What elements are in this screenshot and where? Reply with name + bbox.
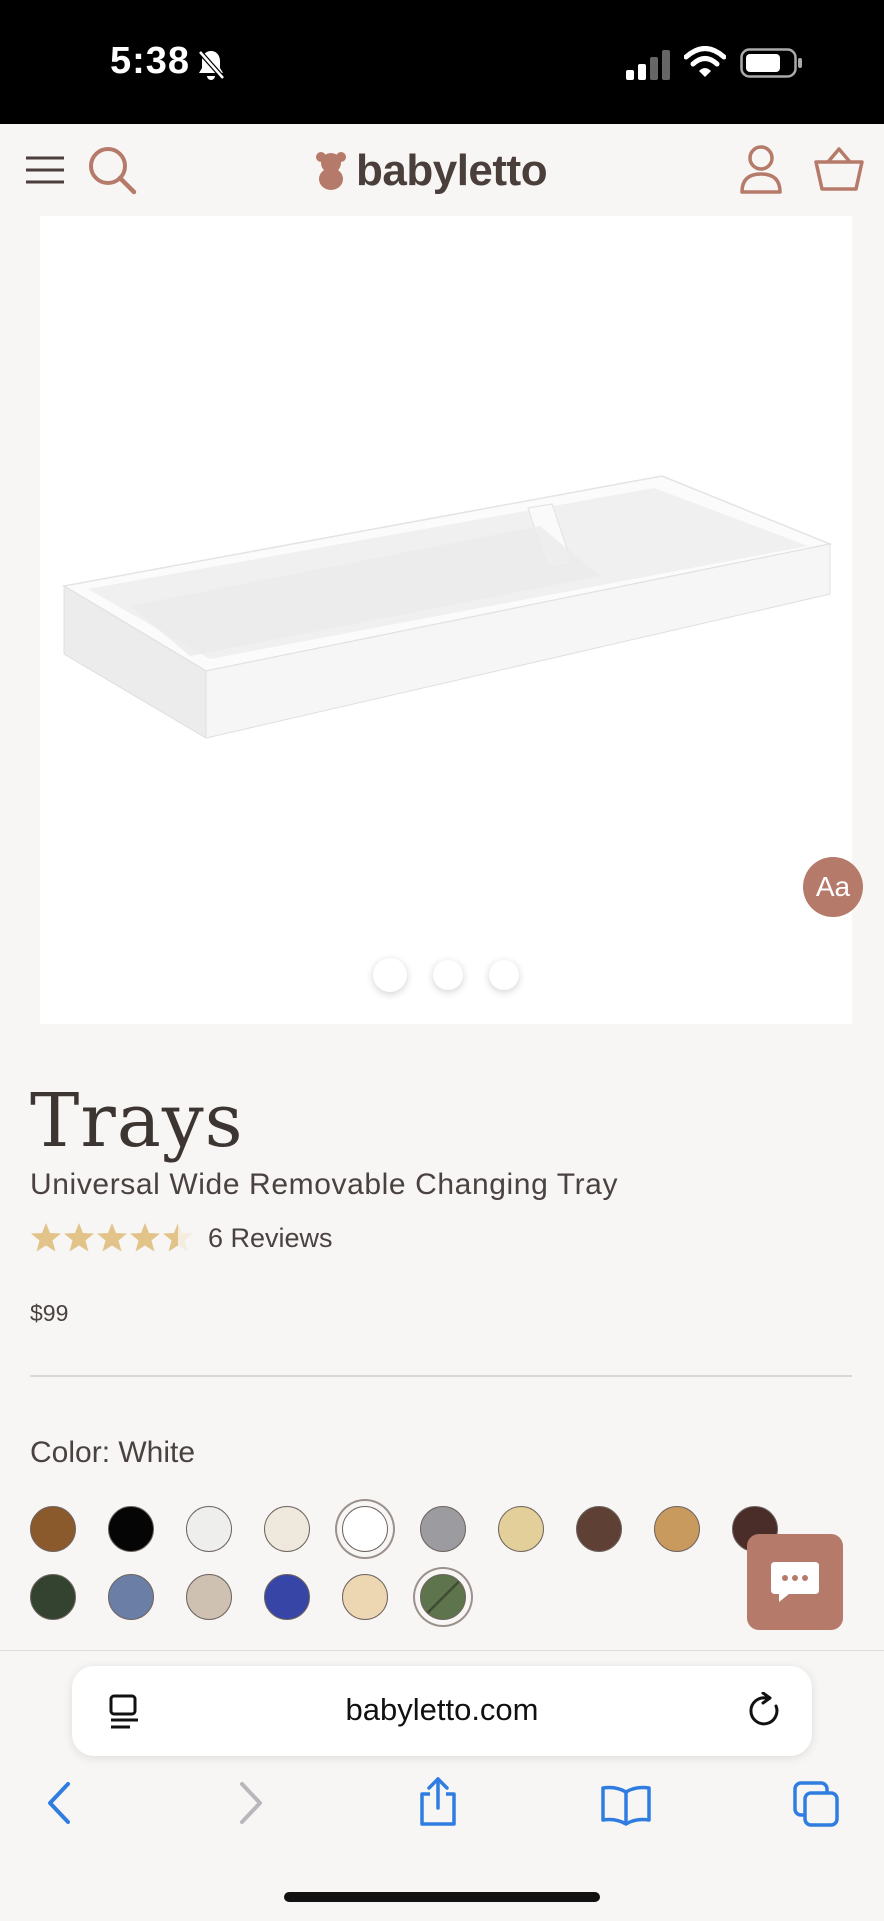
carousel-dot[interactable] <box>489 960 519 990</box>
chat-bubble-icon <box>771 1562 819 1602</box>
color-swatch[interactable] <box>420 1574 466 1620</box>
silent-bell-icon <box>198 50 225 80</box>
site-header: babyletto <box>0 124 884 214</box>
color-swatch[interactable] <box>30 1574 76 1620</box>
teddy-bear-logo-icon <box>316 152 346 190</box>
color-swatch[interactable] <box>108 1574 154 1620</box>
status-bar: 5:38 <box>0 0 884 124</box>
color-swatch[interactable] <box>420 1506 466 1552</box>
color-swatch[interactable] <box>186 1506 232 1552</box>
product-image-gallery[interactable] <box>40 216 852 1024</box>
brand-name: babyletto <box>356 146 548 195</box>
divider <box>30 1375 852 1377</box>
color-swatch[interactable] <box>264 1506 310 1552</box>
carousel-dots <box>40 958 852 992</box>
accessibility-text-button[interactable]: Aa <box>803 857 863 917</box>
color-swatch[interactable] <box>108 1506 154 1552</box>
product-rating[interactable]: 6 Reviews <box>30 1222 333 1254</box>
url-text: babyletto.com <box>345 1692 539 1727</box>
reload-icon[interactable] <box>748 1692 784 1730</box>
back-arrow-icon[interactable] <box>44 1780 74 1826</box>
changing-tray-product-image <box>61 475 833 739</box>
wifi-icon <box>684 46 726 77</box>
tabs-icon[interactable] <box>792 1780 840 1828</box>
reviews-link[interactable]: 6 Reviews <box>208 1223 333 1254</box>
color-swatch[interactable] <box>654 1506 700 1552</box>
battery-icon <box>740 48 802 78</box>
color-label: Color: White <box>30 1436 196 1469</box>
chat-button[interactable] <box>747 1534 843 1630</box>
color-swatch[interactable] <box>498 1506 544 1552</box>
address-bar[interactable]: babyletto.com <box>72 1666 812 1756</box>
color-swatch[interactable] <box>186 1574 232 1620</box>
home-indicator <box>284 1892 600 1902</box>
star-rating-icon <box>31 1223 192 1252</box>
product-price: $99 <box>30 1300 69 1326</box>
status-time: 5:38 <box>110 40 191 82</box>
color-swatch[interactable] <box>576 1506 622 1552</box>
color-swatch[interactable] <box>342 1574 388 1620</box>
carousel-dot[interactable] <box>433 960 463 990</box>
color-swatch[interactable] <box>30 1506 76 1552</box>
color-swatch[interactable] <box>264 1574 310 1620</box>
product-title: Trays <box>30 1078 244 1164</box>
account-icon[interactable] <box>738 144 784 194</box>
cellular-signal-icon <box>626 50 670 80</box>
bookmarks-book-icon[interactable] <box>600 1784 652 1826</box>
product-subtitle: Universal Wide Removable Changing Tray <box>30 1168 619 1201</box>
forward-arrow-icon[interactable] <box>236 1780 266 1826</box>
hamburger-menu-icon[interactable] <box>24 154 66 186</box>
share-icon[interactable] <box>416 1776 460 1828</box>
carousel-dot[interactable] <box>373 958 407 992</box>
color-swatch[interactable] <box>342 1506 388 1552</box>
brand-logo[interactable]: babyletto <box>314 146 548 196</box>
search-icon[interactable] <box>86 144 138 196</box>
cart-basket-icon[interactable] <box>814 146 864 192</box>
